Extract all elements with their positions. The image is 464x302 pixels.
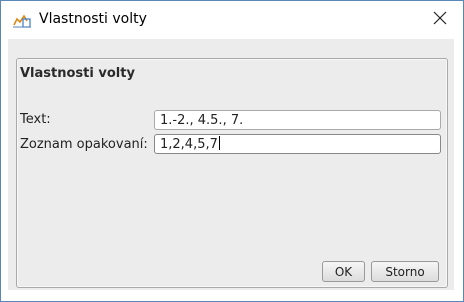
cancel-button[interactable]: Storno — [371, 261, 439, 282]
close-icon — [433, 11, 447, 25]
ok-button[interactable]: OK — [322, 261, 365, 282]
title-bar[interactable]: Vlastnosti volty — [1, 1, 463, 39]
properties-panel — [16, 58, 448, 288]
text-caret — [218, 136, 220, 150]
panel-title: Vlastnosti volty — [20, 66, 135, 81]
repeats-input-value: 1,2,4,5,7 — [160, 137, 218, 152]
repeats-input[interactable]: 1,2,4,5,7 — [154, 134, 441, 154]
window-title: Vlastnosti volty — [39, 11, 147, 27]
close-button[interactable] — [417, 1, 463, 35]
text-input[interactable]: 1.-2., 4.5., 7. — [154, 110, 441, 130]
text-label: Text: — [20, 112, 51, 127]
repeats-label: Zoznam opakovaní: — [20, 137, 148, 152]
chart-line-icon — [12, 13, 32, 29]
